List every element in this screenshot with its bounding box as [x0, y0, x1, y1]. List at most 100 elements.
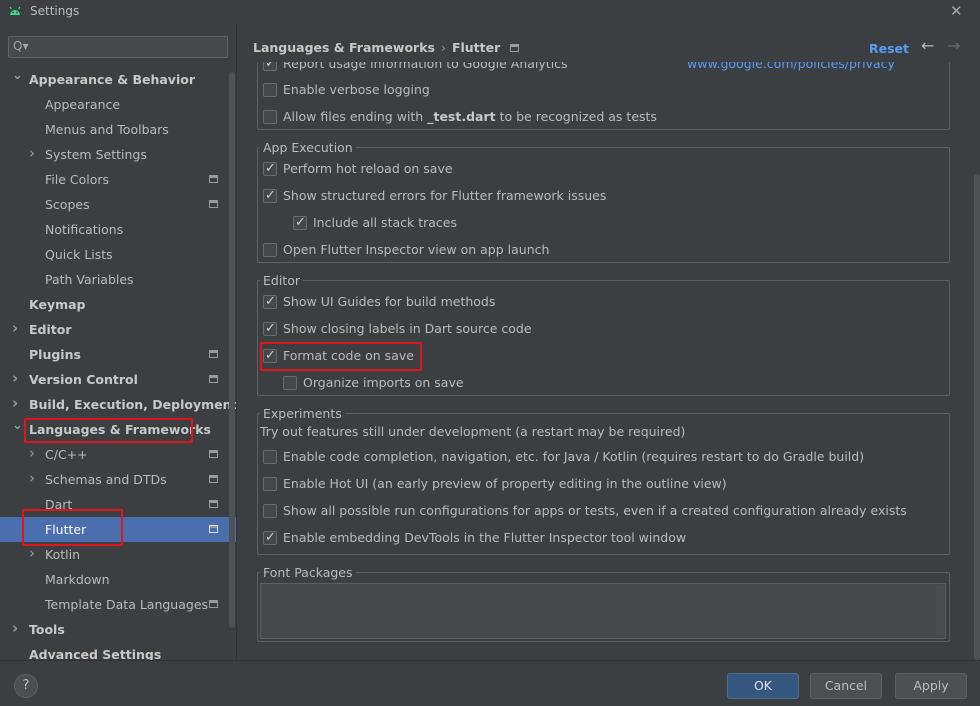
sidebar-item[interactable]: Scopes: [0, 192, 228, 217]
sidebar-item-label: Plugins: [29, 347, 81, 362]
test-files-checkbox[interactable]: [263, 110, 277, 124]
sidebar-item[interactable]: ⌄ Appearance & Behavior: [0, 67, 228, 92]
structured-errors-checkbox[interactable]: [263, 186, 277, 206]
run-configs-checkbox[interactable]: [263, 504, 277, 518]
sidebar-item[interactable]: Menus and Toolbars: [0, 117, 228, 142]
analytics-checkbox[interactable]: [263, 62, 277, 74]
breadcrumb: Languages & Frameworks › Flutter: [253, 40, 520, 55]
devtools-checkbox[interactable]: [263, 528, 277, 548]
sidebar-item[interactable]: Notifications: [0, 217, 228, 242]
organize-imports-label: Organize imports on save: [303, 375, 464, 390]
experiments-title: Experiments: [260, 406, 345, 421]
sidebar-item[interactable]: Plugins: [0, 342, 228, 367]
reset-link[interactable]: Reset: [869, 41, 909, 56]
forward-arrow-icon[interactable]: →: [947, 36, 960, 55]
highlight-flutter: [22, 509, 123, 546]
cancel-button[interactable]: Cancel: [810, 673, 882, 699]
app-execution-title: App Execution: [260, 140, 356, 155]
test-files-suffix: to be recognized as tests: [495, 109, 657, 124]
structured-errors-label: Show structured errors for Flutter frame…: [283, 188, 607, 203]
sidebar-item[interactable]: › Version Control: [0, 367, 228, 392]
sidebar-item[interactable]: › Editor: [0, 317, 228, 342]
inspector-label: Open Flutter Inspector view on app launc…: [283, 242, 550, 257]
project-level-icon: [209, 525, 218, 533]
android-studio-icon: [9, 6, 21, 15]
sidebar-item-label: Editor: [29, 322, 72, 337]
highlight-languages-frameworks: [24, 418, 193, 443]
sidebar-item-label: Scopes: [45, 197, 90, 212]
sidebar-item-label: Notifications: [45, 222, 124, 237]
code-completion-checkbox[interactable]: [263, 450, 277, 464]
sidebar-item[interactable]: Template Data Languages: [0, 592, 228, 617]
ui-guides-checkbox[interactable]: [263, 292, 277, 312]
organize-imports-checkbox[interactable]: [283, 376, 297, 390]
project-level-icon: [209, 475, 218, 483]
sidebar-item-label: Quick Lists: [45, 247, 113, 262]
chevron-down-icon[interactable]: ⌄: [12, 413, 23, 438]
chevron-down-icon[interactable]: ⌄: [12, 63, 23, 88]
breadcrumb-separator: ›: [440, 40, 446, 55]
chevron-right-icon[interactable]: ›: [12, 316, 18, 341]
project-level-icon: [209, 375, 218, 383]
editor-title: Editor: [260, 273, 303, 288]
hot-ui-checkbox[interactable]: [263, 477, 277, 491]
sidebar-item[interactable]: Keymap: [0, 292, 228, 317]
hot-reload-checkbox[interactable]: [263, 159, 277, 179]
sidebar-item[interactable]: › Schemas and DTDs: [0, 467, 228, 492]
font-packages-scrollbar[interactable]: [936, 585, 944, 635]
closing-labels-checkbox[interactable]: [263, 319, 277, 339]
test-files-label: Allow files ending with _test.dart to be…: [283, 107, 657, 127]
sidebar-item-label: Markdown: [45, 572, 110, 587]
chevron-right-icon[interactable]: ›: [12, 616, 18, 641]
ui-guides-label: Show UI Guides for build methods: [283, 294, 496, 309]
settings-content: Report usage information to Google Analy…: [237, 62, 980, 660]
sidebar-item[interactable]: Path Variables: [0, 267, 228, 292]
inspector-checkbox[interactable]: [263, 243, 277, 257]
experiments-description: Try out features still under development…: [260, 424, 686, 439]
chevron-right-icon[interactable]: ›: [29, 466, 35, 491]
chevron-right-icon[interactable]: ›: [29, 141, 35, 166]
sidebar-item-label: Tools: [29, 622, 65, 637]
project-level-icon: [209, 200, 218, 208]
breadcrumb-parent[interactable]: Languages & Frameworks: [253, 40, 435, 55]
project-level-icon: [209, 500, 218, 508]
privacy-link[interactable]: www.google.com/policies/privacy: [687, 62, 895, 71]
help-icon[interactable]: ?: [14, 674, 38, 698]
settings-main-panel: Languages & Frameworks › Flutter Reset ← →…: [236, 24, 980, 660]
devtools-label: Enable embedding DevTools in the Flutter…: [283, 530, 687, 545]
search-input[interactable]: Q▾: [8, 36, 228, 58]
sidebar-item-label: File Colors: [45, 172, 110, 187]
sidebar-item[interactable]: File Colors: [0, 167, 228, 192]
closing-labels-label: Show closing labels in Dart source code: [283, 321, 532, 336]
highlight-format-on-save: [260, 342, 422, 371]
title-bar: Settings ✕: [0, 0, 980, 24]
sidebar-scrollbar[interactable]: [229, 72, 235, 628]
window-title: Settings: [30, 4, 80, 18]
sidebar-item[interactable]: Quick Lists: [0, 242, 228, 267]
chevron-right-icon[interactable]: ›: [12, 366, 18, 391]
verbose-logging-checkbox[interactable]: [263, 83, 277, 97]
project-level-icon: [209, 350, 218, 358]
apply-button[interactable]: Apply: [895, 673, 967, 699]
chevron-right-icon[interactable]: ›: [29, 441, 35, 466]
sidebar-item[interactable]: Markdown: [0, 567, 228, 592]
ok-button[interactable]: OK: [727, 673, 799, 699]
sidebar-item-label: Version Control: [29, 372, 138, 387]
sidebar-item[interactable]: › Tools: [0, 617, 228, 642]
settings-sidebar: Q▾ ⌄ Appearance & Behavior Appearance Menus…: [0, 24, 236, 660]
sidebar-item[interactable]: › C/C++: [0, 442, 228, 467]
sidebar-item[interactable]: › System Settings: [0, 142, 228, 167]
dialog-footer: ? OK Cancel Apply: [0, 660, 980, 706]
sidebar-item[interactable]: Advanced Settings: [0, 642, 228, 660]
sidebar-item-label: Schemas and DTDs: [45, 472, 167, 487]
stack-traces-checkbox[interactable]: [293, 213, 307, 233]
close-icon[interactable]: ✕: [950, 2, 963, 20]
sidebar-item[interactable]: Appearance: [0, 92, 228, 117]
font-packages-input[interactable]: [260, 583, 946, 639]
sidebar-item[interactable]: › Build, Execution, Deployment: [0, 392, 236, 417]
hot-reload-label: Perform hot reload on save: [283, 161, 453, 176]
project-level-icon: [510, 44, 520, 52]
main-scrollbar[interactable]: [974, 174, 980, 660]
back-arrow-icon[interactable]: ←: [921, 36, 934, 55]
project-level-icon: [209, 175, 218, 183]
